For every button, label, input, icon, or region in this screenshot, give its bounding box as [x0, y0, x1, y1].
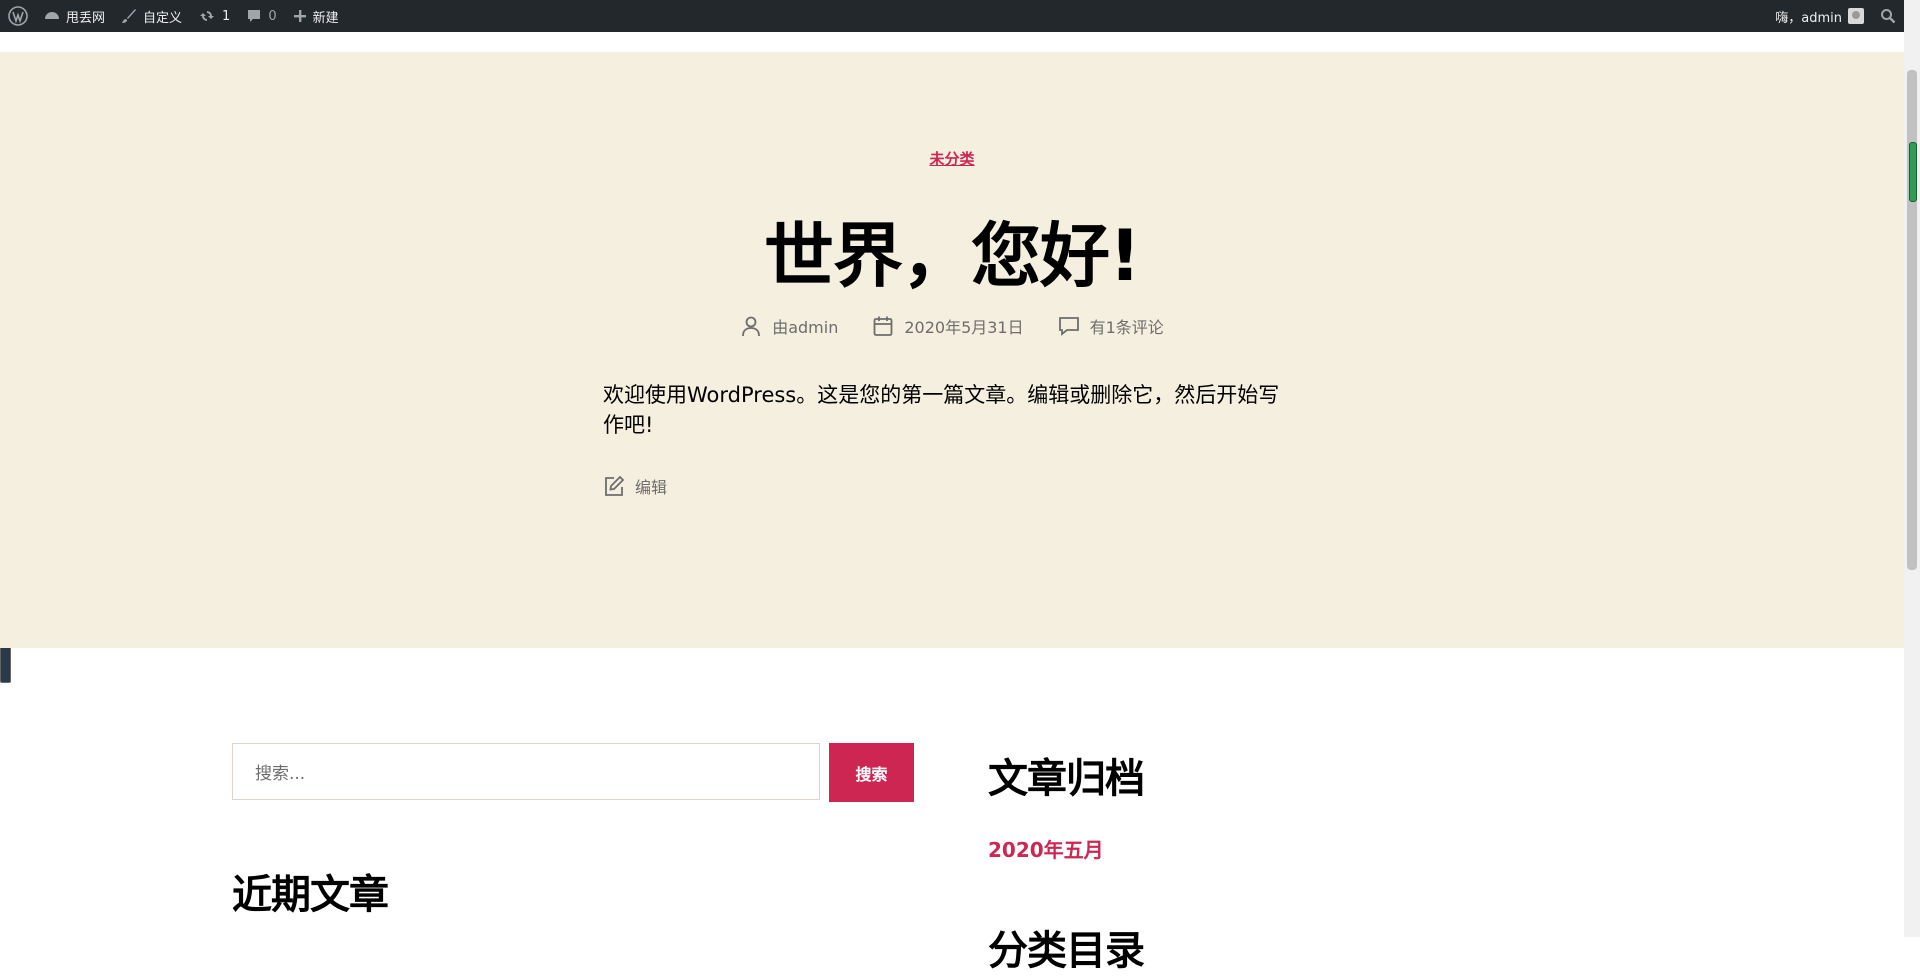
- brush-icon: [122, 9, 137, 23]
- plus-icon: [293, 10, 306, 22]
- content-line-1: 欢迎使用WordPress。这是您的第一篇文章。编辑或删除它，然后开始写: [603, 383, 1280, 407]
- user-icon: [742, 316, 761, 337]
- updates-icon: [200, 11, 215, 21]
- content-line-2: 作吧!: [603, 413, 654, 437]
- site-name-button[interactable]: 甩丢网: [36, 0, 113, 32]
- customize-button[interactable]: 自定义: [113, 0, 190, 32]
- search-toggle-button[interactable]: [1872, 0, 1904, 32]
- customize-label: 自定义: [143, 10, 183, 26]
- search-icon: [1881, 9, 1896, 24]
- author-text: 由admin: [772, 318, 839, 337]
- calendar-icon: [873, 316, 893, 336]
- edit-icon: [605, 475, 625, 496]
- comments-text: 有1条评论: [1089, 318, 1164, 337]
- post-content: 欢迎使用WordPress。这是您的第一篇文章。编辑或删除它，然后开始写 作吧!: [603, 380, 1303, 440]
- recent-posts-title: 近期文章: [232, 872, 389, 918]
- post-comments[interactable]: 有1条评论: [1058, 314, 1164, 338]
- archives-title: 文章归档: [988, 756, 1145, 802]
- avatar: [1848, 8, 1864, 24]
- greeting-text: 嗨，admin: [1775, 10, 1842, 26]
- dashboard-icon: [45, 12, 59, 19]
- post-header: 未分类 世界，您好! 由admin 2020年5月31日 有1条评论: [0, 52, 1904, 648]
- scroll-indicator: [1909, 142, 1917, 202]
- search-button[interactable]: 搜索: [829, 743, 914, 802]
- category-link[interactable]: 未分类: [0, 148, 1904, 169]
- new-content-button[interactable]: 新建: [285, 0, 347, 32]
- updates-count: 1: [222, 8, 231, 24]
- wordpress-logo-button[interactable]: [0, 0, 36, 32]
- edit-text: 编辑: [635, 478, 668, 497]
- search-input[interactable]: 搜索...: [232, 743, 820, 800]
- comments-button[interactable]: 0: [238, 0, 284, 32]
- comment-icon: [248, 10, 261, 22]
- updates-button[interactable]: 1: [190, 0, 238, 32]
- site-name-label: 甩丢网: [66, 10, 106, 26]
- comments-count: 0: [268, 8, 277, 24]
- post-author[interactable]: 由admin: [740, 314, 838, 338]
- edit-link[interactable]: 编辑: [603, 474, 667, 498]
- account-menu[interactable]: 嗨，admin: [1767, 0, 1872, 32]
- post-meta: 由admin 2020年5月31日 有1条评论: [0, 314, 1904, 338]
- new-label: 新建: [312, 10, 339, 26]
- categories-title: 分类目录: [988, 928, 1145, 974]
- archive-link[interactable]: 2020年五月: [988, 834, 1104, 863]
- admin-bar: 甩丢网 自定义 1 0 新建 嗨，admin: [0, 0, 1904, 32]
- wordpress-icon: [8, 6, 28, 26]
- post-date[interactable]: 2020年5月31日: [872, 314, 1024, 338]
- scrollbar[interactable]: [1904, 0, 1920, 937]
- comment-bubble-icon: [1058, 317, 1079, 336]
- date-text: 2020年5月31日: [904, 318, 1024, 337]
- post-title: 世界，您好!: [764, 215, 1141, 297]
- search-widget: 搜索... 搜索: [232, 743, 914, 802]
